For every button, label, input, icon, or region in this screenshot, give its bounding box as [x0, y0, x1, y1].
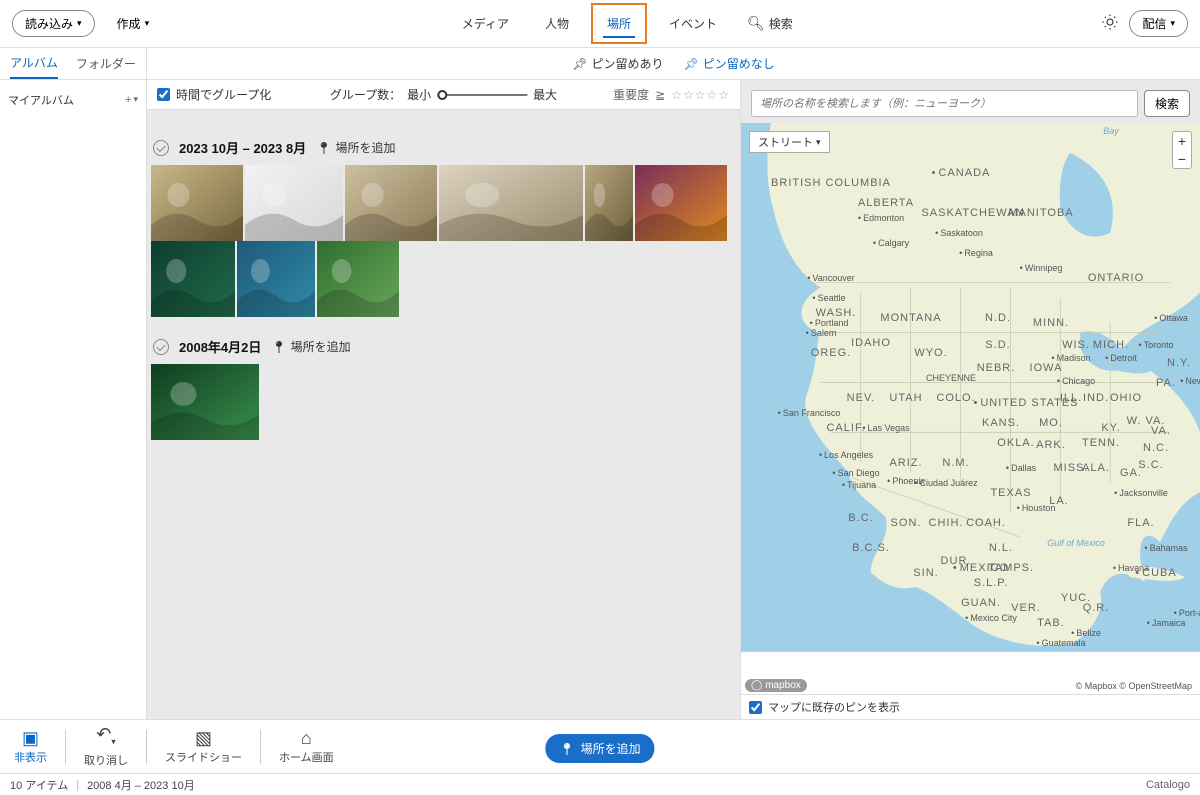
thumbnail[interactable]	[439, 165, 583, 241]
create-label: 作成	[117, 15, 141, 32]
group-by-time-checkbox[interactable]	[157, 88, 170, 101]
thumbnail[interactable]	[345, 165, 437, 241]
add-album-button[interactable]: + ▾	[125, 94, 138, 106]
undo-button[interactable]: ↶▾ 取り消し	[84, 725, 128, 769]
chevron-down-icon: ▾	[77, 18, 82, 29]
slideshow-icon: ▧	[195, 729, 212, 747]
import-label: 読み込み	[25, 15, 73, 32]
create-button[interactable]: 作成 ▾	[109, 11, 158, 36]
thumbnail[interactable]	[151, 241, 235, 317]
location-pin-icon: 📍︎	[559, 742, 574, 756]
share-label: 配信	[1142, 15, 1166, 32]
sidebar-tab-folders[interactable]: フォルダー	[76, 49, 136, 78]
home-icon: ⌂	[301, 729, 312, 747]
map-search-input[interactable]	[751, 90, 1138, 117]
plus-icon: +	[125, 94, 131, 106]
importance-label: 重要度	[613, 86, 649, 103]
map[interactable]: BayBRITISH COLUMBIACanadaALBERTASASKATCH…	[741, 123, 1200, 694]
group-count-label: グループ数：	[330, 86, 401, 103]
location-pin-icon: 📍︎	[316, 141, 331, 155]
map-attribution: © Mapbox © OpenStreetMap	[1072, 680, 1196, 692]
map-zoom-in[interactable]: +	[1173, 132, 1191, 150]
thumbnail[interactable]	[151, 364, 259, 440]
group-by-time[interactable]: 時間でグループ化	[157, 86, 271, 103]
sidebar: マイアルバム + ▾	[0, 80, 147, 719]
search-link[interactable]: 🔍︎ 検索	[739, 5, 801, 42]
group-title: 2008年4月2日	[179, 337, 261, 356]
thumbnail[interactable]	[635, 165, 727, 241]
group-min-label: 最小	[407, 86, 431, 103]
chevron-down-icon: ▾	[133, 94, 138, 106]
thumbnail[interactable]	[245, 165, 343, 241]
undo-icon: ↶▾	[96, 725, 116, 751]
tab-places[interactable]: 場所	[591, 3, 647, 44]
hide-panel-button[interactable]: ▣ 非表示	[14, 729, 47, 765]
search-label: 検索	[769, 15, 793, 32]
panel-icon: ▣	[22, 729, 39, 747]
map-zoom-out[interactable]: −	[1173, 150, 1191, 168]
group-check-icon[interactable]	[153, 140, 169, 156]
greater-equal-icon: ≧	[655, 88, 665, 102]
add-location-pill[interactable]: 📍︎ 場所を追加	[545, 734, 654, 763]
chevron-down-icon: ▾	[1170, 18, 1175, 29]
gallery: 2023 10月 – 2023 8月 📍︎ 場所を追加	[147, 110, 740, 719]
tab-people[interactable]: 人物	[531, 5, 583, 42]
home-button[interactable]: ⌂ ホーム画面	[279, 729, 334, 765]
map-search-button[interactable]: 検索	[1144, 90, 1190, 117]
slideshow-button[interactable]: ▧ スライドショー	[165, 729, 242, 765]
catalog-name: Catalogo	[1146, 779, 1190, 791]
show-pins-checkbox[interactable]	[749, 701, 762, 714]
thumbnail[interactable]	[237, 241, 315, 317]
group-check-icon[interactable]	[153, 339, 169, 355]
show-existing-pins[interactable]: マップに既存のピンを表示	[741, 694, 1200, 719]
location-pin-icon: 📍︎	[271, 340, 286, 354]
sidebar-tab-albums[interactable]: アルバム	[10, 48, 58, 79]
item-count: 10 アイテム	[10, 777, 68, 793]
group-max-label: 最大	[533, 86, 557, 103]
chevron-down-icon: ▾	[816, 137, 821, 148]
group-slider[interactable]	[437, 94, 527, 96]
search-icon: 🔍︎	[747, 15, 765, 32]
thumbnail[interactable]	[585, 165, 633, 241]
pin-slash-icon: 📌︎	[684, 57, 699, 71]
tab-events[interactable]: イベント	[655, 5, 731, 42]
import-button[interactable]: 読み込み ▾	[12, 10, 95, 37]
share-button[interactable]: 配信 ▾	[1129, 10, 1188, 37]
chevron-down-icon: ▾	[145, 18, 150, 29]
add-location-link[interactable]: 📍︎ 場所を追加	[271, 338, 350, 355]
pin-option-pinned[interactable]: 📌︎ ピン留めあり	[572, 55, 663, 72]
map-layer-button[interactable]: ストリート ▾	[749, 131, 830, 153]
thumbnail[interactable]	[151, 165, 243, 241]
brightness-icon[interactable]	[1101, 13, 1119, 34]
pin-option-unpinned[interactable]: 📌︎ ピン留めなし	[684, 55, 775, 72]
date-range: 2008 4月 – 2023 10月	[87, 777, 195, 793]
star-rating[interactable]: ☆☆☆☆☆	[671, 88, 730, 102]
pin-icon: 📌︎	[572, 57, 587, 71]
my-albums-label[interactable]: マイアルバム	[8, 92, 74, 108]
add-location-link[interactable]: 📍︎ 場所を追加	[316, 139, 395, 156]
thumbnail[interactable]	[317, 241, 399, 317]
mapbox-logo: ◯mapbox	[745, 679, 807, 692]
group-title: 2023 10月 – 2023 8月	[179, 138, 306, 157]
tab-media[interactable]: メディア	[448, 5, 523, 42]
